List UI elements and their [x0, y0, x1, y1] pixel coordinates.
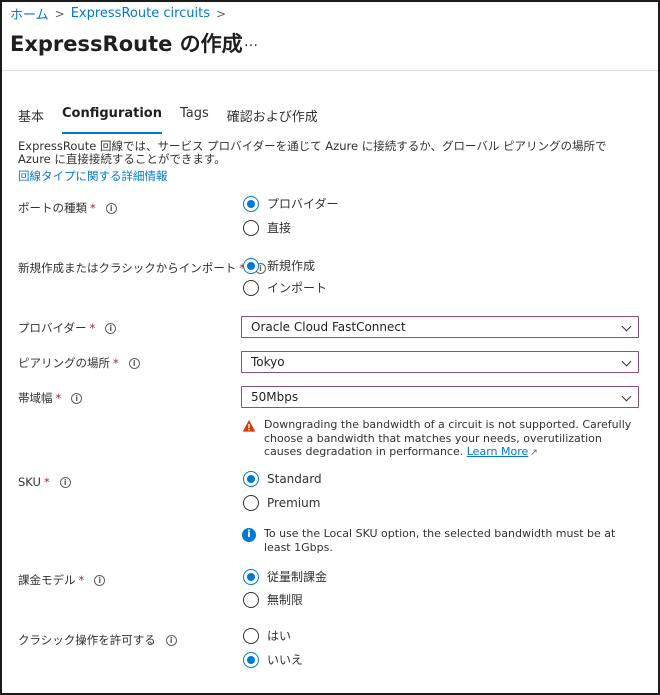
port-type-provider-radio[interactable]: プロバイダー — [243, 195, 339, 212]
provider-label: プロバイダー * i — [18, 320, 117, 336]
bandwidth-select[interactable]: 50Mbps — [241, 386, 639, 408]
info-icon[interactable]: i — [128, 357, 140, 369]
page-title: ExpressRoute の作成 — [10, 32, 243, 56]
tab-configuration[interactable]: Configuration — [62, 106, 162, 134]
allow-classic-no-radio[interactable]: いいえ — [243, 651, 303, 668]
create-new-radio[interactable]: 新規作成 — [243, 257, 315, 274]
chevron-right-icon: > — [216, 6, 227, 21]
info-circle-icon: i — [242, 528, 256, 542]
allow-classic-label: クラシック操作を許可する i — [18, 632, 177, 648]
more-options-icon[interactable]: … — [244, 34, 259, 50]
peering-location-select[interactable]: Tokyo — [241, 351, 639, 373]
radio-selected-icon — [243, 471, 259, 487]
sku-info-text: To use the Local SKU option, the selecte… — [264, 527, 616, 554]
tab-review-create[interactable]: 確認および作成 — [227, 106, 318, 131]
port-type-label: ポートの種類 * i — [18, 200, 117, 216]
info-icon[interactable]: i — [105, 202, 117, 214]
circuit-type-info-link[interactable]: 回線タイプに関する詳細情報 — [18, 168, 168, 184]
header-divider — [2, 70, 658, 71]
external-link-icon: ↗ — [530, 448, 538, 458]
warning-text: Downgrading the bandwidth of a circuit i… — [264, 418, 632, 458]
provider-select[interactable]: Oracle Cloud FastConnect — [241, 316, 639, 338]
radio-unselected-icon — [243, 279, 259, 296]
chevron-down-icon — [621, 391, 632, 402]
learn-more-link[interactable]: Learn More — [467, 445, 529, 458]
sku-label: SKU * i — [18, 475, 71, 489]
breadcrumb-circuits[interactable]: ExpressRoute circuits — [71, 6, 210, 21]
radio-unselected-icon — [243, 495, 259, 511]
peering-location-label: ピアリングの場所 * i — [18, 355, 140, 371]
info-icon[interactable]: i — [59, 476, 71, 488]
radio-selected-icon — [243, 651, 259, 668]
port-type-direct-radio[interactable]: 直接 — [243, 219, 291, 236]
create-or-import-label: 新規作成またはクラシックからインポート * i — [18, 260, 267, 276]
billing-metered-radio[interactable]: 従量制課金 — [243, 568, 327, 585]
import-radio[interactable]: インポート — [243, 279, 327, 296]
sku-premium-radio[interactable]: Premium — [243, 495, 320, 511]
bandwidth-label: 帯域幅 * i — [18, 390, 83, 406]
breadcrumb: ホーム > ExpressRoute circuits > — [10, 4, 226, 23]
description-text: ExpressRoute 回線では、サービス プロバイダーを通じて Azure … — [18, 139, 607, 166]
radio-unselected-icon — [243, 219, 259, 236]
breadcrumb-home[interactable]: ホーム — [10, 4, 49, 23]
radio-unselected-icon — [243, 627, 259, 644]
radio-selected-icon — [243, 257, 259, 274]
tab-basics[interactable]: 基本 — [18, 106, 44, 131]
chevron-right-icon: > — [54, 6, 65, 21]
tab-tags[interactable]: Tags — [180, 106, 209, 131]
info-icon[interactable]: i — [71, 392, 83, 404]
info-icon[interactable]: i — [165, 634, 177, 646]
allow-classic-yes-radio[interactable]: はい — [243, 627, 291, 644]
warning-icon — [242, 420, 256, 432]
radio-selected-icon — [243, 568, 259, 585]
chevron-down-icon — [621, 321, 632, 332]
window-frame — [0, 0, 660, 695]
tab-bar: 基本 Configuration Tags 確認および作成 — [18, 106, 336, 134]
radio-selected-icon — [243, 195, 259, 212]
sku-info-note: i To use the Local SKU option, the selec… — [242, 527, 632, 554]
info-icon[interactable]: i — [94, 574, 106, 586]
billing-model-label: 課金モデル * i — [18, 572, 106, 588]
bandwidth-warning: Downgrading the bandwidth of a circuit i… — [242, 418, 632, 461]
radio-unselected-icon — [243, 591, 259, 608]
info-icon[interactable]: i — [105, 322, 117, 334]
sku-standard-radio[interactable]: Standard — [243, 471, 322, 487]
chevron-down-icon — [621, 356, 632, 367]
billing-unlimited-radio[interactable]: 無制限 — [243, 591, 303, 608]
